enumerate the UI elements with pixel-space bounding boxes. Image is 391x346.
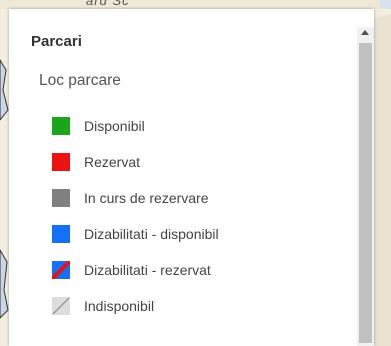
legend-label: Disponibil	[84, 118, 145, 134]
legend-label: Rezervat	[84, 154, 141, 170]
legend-panel: Parcari Loc parcare Disponibil Rezervat …	[9, 9, 374, 346]
crossed-square-icon	[52, 297, 70, 315]
legend-item-dizabilitati-rezervat: Dizabilitati - rezervat	[52, 252, 219, 288]
legend-item-indisponibil: Indisponibil	[52, 288, 219, 324]
legend-item-dizabilitati-disponibil: Dizabilitati - disponibil	[52, 216, 219, 252]
scrollbar[interactable]	[357, 27, 374, 346]
legend-item-disponibil: Disponibil	[52, 108, 219, 144]
legend-item-in-curs: In curs de rezervare	[52, 180, 219, 216]
legend-item-rezervat: Rezervat	[52, 144, 219, 180]
panel-title: Parcari	[31, 33, 82, 50]
legend-label: In curs de rezervare	[84, 190, 209, 206]
blue-square-icon	[52, 225, 70, 243]
legend-label: Dizabilitati - rezervat	[84, 262, 211, 278]
street-label: ard Sc	[86, 0, 130, 8]
legend-label: Indisponibil	[84, 298, 155, 314]
gray-square-icon	[52, 189, 70, 207]
scroll-up-arrow-icon[interactable]	[361, 30, 369, 35]
scroll-thumb[interactable]	[359, 43, 372, 343]
layer-title: Loc parcare	[39, 72, 121, 89]
red-square-icon	[52, 153, 70, 171]
legend-list: Disponibil Rezervat In curs de rezervare…	[52, 108, 219, 324]
blue-red-diagonal-icon	[52, 261, 70, 279]
legend-label: Dizabilitati - disponibil	[84, 226, 219, 242]
green-square-icon	[52, 117, 70, 135]
